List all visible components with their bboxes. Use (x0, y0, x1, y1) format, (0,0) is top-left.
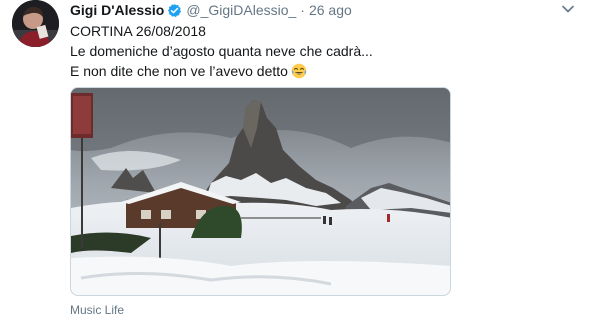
separator-dot: · (300, 2, 305, 18)
face-with-tears-of-joy-icon (291, 63, 307, 79)
verified-badge-icon (167, 3, 182, 18)
tweet-text: CORTINA 26/08/2018 Le domeniche d’agosto… (70, 21, 490, 81)
tweet: Gigi D'Alessio @_GigiDAlessio_ · 26 ago … (0, 0, 591, 322)
author-handle[interactable]: @_GigiDAlessio_ (186, 2, 296, 18)
timestamp-link[interactable]: 26 ago (309, 2, 352, 18)
tweet-media-image[interactable] (70, 87, 451, 296)
tweet-text-line: CORTINA 26/08/2018 (70, 23, 206, 39)
tweet-header: Gigi D'Alessio @_GigiDAlessio_ · 26 ago (70, 1, 551, 19)
avatar[interactable] (12, 0, 59, 47)
tweet-text-line: E non dite che non ve l’avevo detto (70, 63, 288, 79)
chevron-down-icon[interactable] (561, 2, 575, 16)
tweet-text-line: Le domeniche d’agosto quanta neve che ca… (70, 43, 373, 59)
source-label[interactable]: Music Life (70, 303, 124, 317)
author-name[interactable]: Gigi D'Alessio (70, 2, 164, 18)
